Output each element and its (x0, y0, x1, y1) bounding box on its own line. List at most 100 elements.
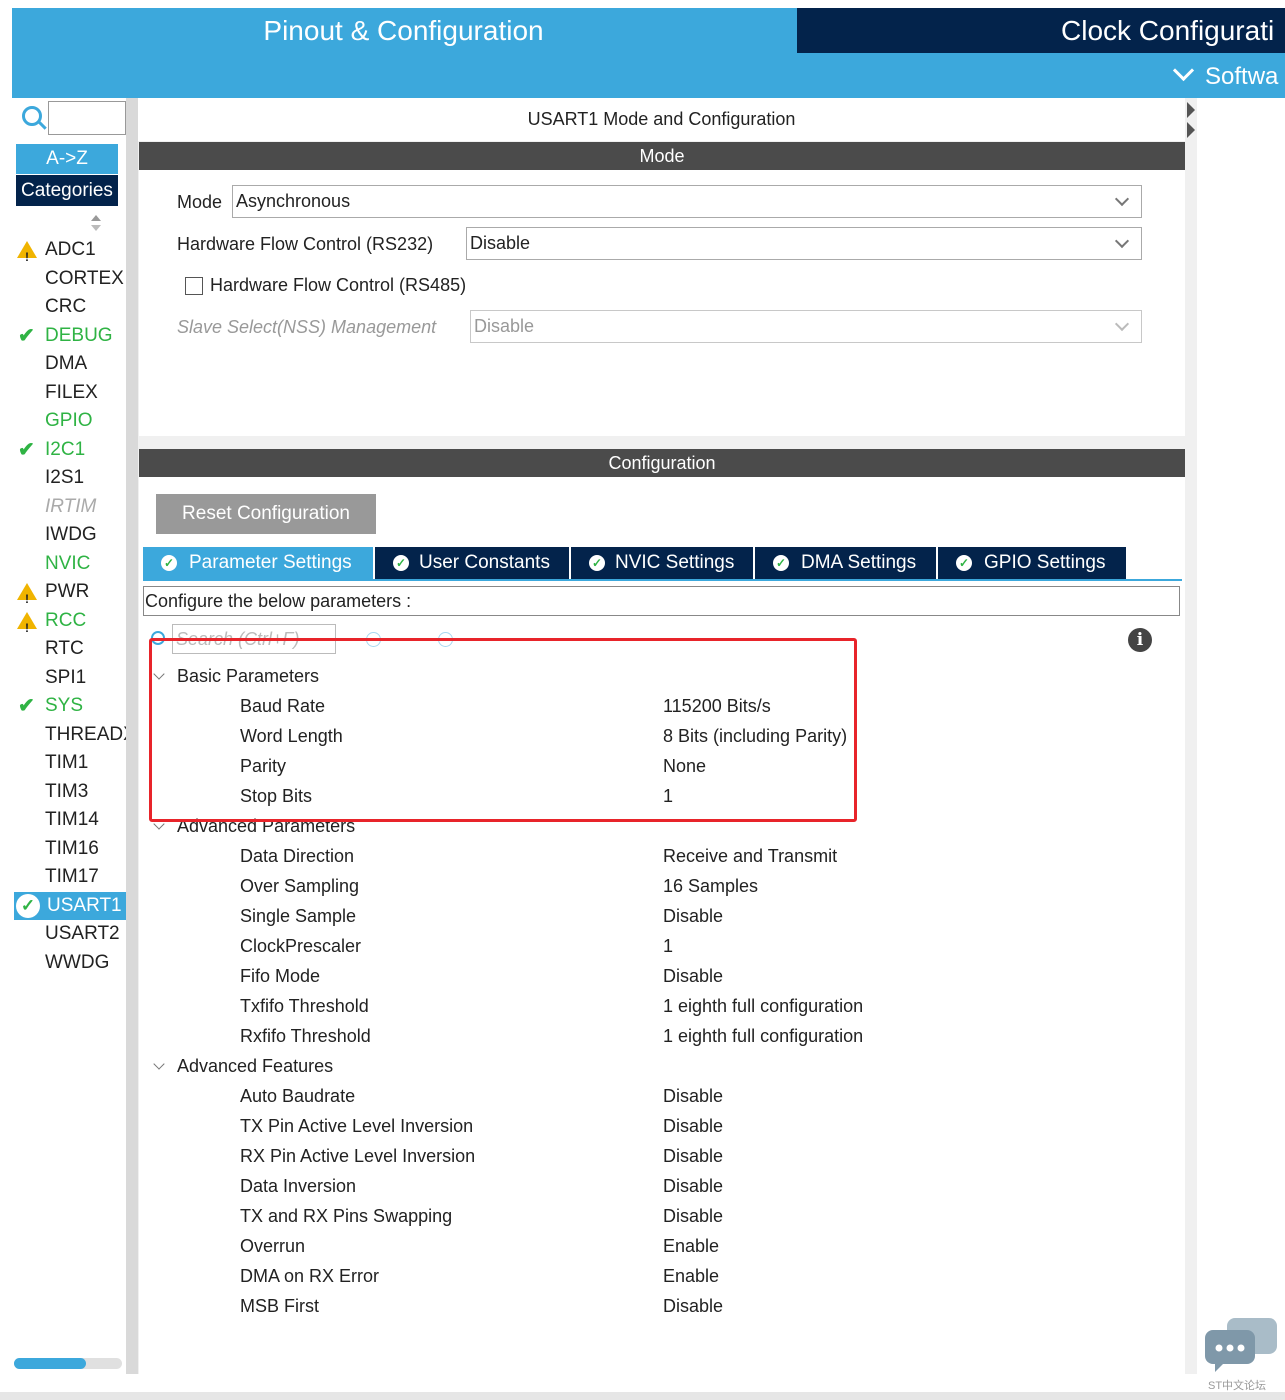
tab-user-constants[interactable]: ✓ User Constants (375, 547, 569, 579)
sidebar-item-label: FILEX (45, 382, 98, 403)
parameter-name: TX and RX Pins Swapping (240, 1206, 453, 1226)
sort-az-button[interactable]: A->Z (16, 144, 118, 174)
info-icon[interactable]: i (1128, 628, 1152, 652)
chevron-down-icon (1114, 233, 1130, 249)
parameter-name: Single Sample (240, 906, 357, 926)
tab-clock-configuration[interactable]: Clock Configurati (797, 8, 1285, 53)
sidebar-item-label: SPI1 (45, 667, 87, 688)
sidebar-item[interactable]: I2S1 (14, 464, 126, 492)
sidebar-item-label: THREADX (45, 724, 126, 745)
sidebar-item-label: CRC (45, 296, 87, 317)
check-circle-icon: ✓ (589, 555, 605, 571)
sidebar-item[interactable]: ✔ SYS (14, 692, 126, 720)
parameter-value[interactable]: Disable (663, 961, 723, 991)
sidebar-item[interactable]: RTC (14, 635, 126, 663)
tab-label: Parameter Settings (189, 552, 352, 573)
nss-management-select: Disable (470, 310, 1142, 343)
software-packs-menu[interactable]: Softwa (1172, 58, 1285, 96)
sidebar-item[interactable]: CORTEX (14, 265, 126, 293)
parameter-value[interactable]: 1 (663, 931, 673, 961)
check-circle-icon: ✓ (393, 555, 409, 571)
sidebar-item[interactable]: NVIC (14, 550, 126, 578)
highlight-annotation (149, 638, 857, 822)
tab-pinout-configuration[interactable]: Pinout & Configuration (12, 8, 795, 53)
parameter-value[interactable]: Disable (663, 1081, 723, 1111)
tab-label: GPIO Settings (984, 552, 1106, 573)
sidebar-item-label: I2C1 (45, 439, 86, 460)
sidebar-item[interactable]: ✔ I2C1 (14, 436, 126, 464)
category-search-input[interactable] (48, 101, 126, 135)
nss-management-label: Slave Select(NSS) Management (177, 317, 437, 337)
tab-dma-settings[interactable]: ✓ DMA Settings (755, 547, 936, 579)
collapse-panel-icon[interactable] (1186, 100, 1196, 140)
parameter-name: ClockPrescaler (240, 936, 362, 956)
sidebar-item-label: USART1 (47, 895, 122, 916)
sidebar-item-label: IWDG (45, 524, 97, 545)
sidebar-item[interactable]: FILEX (14, 379, 126, 407)
hfc-rs232-select[interactable]: Disable (466, 227, 1142, 260)
sidebar-item[interactable]: TIM14 (14, 806, 126, 834)
sidebar-item[interactable]: SPI1 (14, 664, 126, 692)
sidebar-item-label: TIM14 (45, 809, 99, 830)
sidebar-item[interactable]: ✔ DEBUG (14, 322, 126, 350)
sidebar-item[interactable]: ADC1 (14, 236, 126, 264)
parameter-value[interactable]: Disable (663, 1201, 723, 1231)
categories-button[interactable]: Categories (16, 175, 118, 206)
parameter-value[interactable]: Disable (663, 1171, 723, 1201)
sidebar-item[interactable]: IRTIM (14, 493, 126, 521)
search-icon[interactable] (22, 106, 42, 126)
mode-select[interactable]: Asynchronous (232, 185, 1142, 218)
sidebar-item[interactable]: RCC (14, 607, 126, 635)
bottom-bar (0, 1392, 1285, 1400)
tab-label: User Constants (419, 552, 550, 573)
sidebar-item[interactable]: CRC (14, 293, 126, 321)
parameter-value[interactable]: Disable (663, 1141, 723, 1171)
sidebar-item-label: RCC (45, 610, 87, 631)
sidebar-item[interactable]: GPIO (14, 407, 126, 435)
sidebar-item[interactable]: USART2 (14, 920, 126, 948)
parameter-name: Over Sampling (240, 876, 360, 896)
sort-toggle-icon[interactable] (90, 214, 102, 232)
tab-nvic-settings[interactable]: ✓ NVIC Settings (571, 547, 753, 579)
right-scrollbar[interactable] (1185, 98, 1197, 1374)
reset-configuration-button[interactable]: Reset Configuration (156, 494, 376, 534)
hfc-rs232-value: Disable (470, 233, 531, 253)
parameter-value[interactable]: Enable (663, 1261, 719, 1291)
parameter-name: Data Direction (240, 846, 355, 866)
sidebar-item[interactable]: ✓ USART1 (14, 892, 126, 920)
parameter-name: Rxfifo Threshold (240, 1026, 371, 1046)
sidebar-item-label: TIM16 (45, 838, 99, 859)
left-horizontal-scroll-thumb[interactable] (14, 1358, 86, 1369)
parameter-value[interactable]: Receive and Transmit (663, 841, 837, 871)
chat-bubble-icon[interactable] (1205, 1318, 1277, 1372)
sidebar-item-label: CORTEX (45, 268, 124, 289)
check-circle-icon: ✓ (161, 555, 177, 571)
parameter-value[interactable]: Disable (663, 1111, 723, 1141)
parameter-value[interactable]: 16 Samples (663, 871, 758, 901)
sidebar-item[interactable]: TIM16 (14, 835, 126, 863)
sidebar-item-label: RTC (45, 638, 84, 659)
parameter-group-title[interactable]: Advanced Features (177, 1051, 333, 1081)
hfc-rs485-checkbox[interactable] (185, 277, 203, 295)
sidebar-item-label: IRTIM (45, 496, 97, 517)
hfc-rs232-label: Hardware Flow Control (RS232) (177, 234, 434, 254)
sidebar-item[interactable]: TIM17 (14, 863, 126, 891)
parameter-value[interactable]: 1 eighth full configuration (663, 991, 863, 1021)
tab-gpio-settings[interactable]: ✓ GPIO Settings (938, 547, 1126, 579)
parameter-value[interactable]: 1 eighth full configuration (663, 1021, 863, 1051)
sidebar-item[interactable]: PWR (14, 578, 126, 606)
tab-parameter-settings[interactable]: ✓ Parameter Settings (143, 547, 373, 579)
parameter-value[interactable]: Disable (663, 1291, 723, 1321)
sidebar-item[interactable]: WWDG (14, 949, 126, 977)
sidebar-item[interactable]: IWDG (14, 521, 126, 549)
checkmark-icon: ✔ (18, 439, 35, 461)
sidebar-item[interactable]: THREADX (14, 721, 126, 749)
sidebar-item[interactable]: DMA (14, 350, 126, 378)
sidebar-item[interactable]: TIM1 (14, 749, 126, 777)
left-panel-scrollbar[interactable] (126, 98, 138, 1374)
tab-label: DMA Settings (801, 552, 917, 573)
sidebar-item-label: GPIO (45, 410, 93, 431)
parameter-value[interactable]: Disable (663, 901, 723, 931)
parameter-value[interactable]: Enable (663, 1231, 719, 1261)
sidebar-item[interactable]: TIM3 (14, 778, 126, 806)
